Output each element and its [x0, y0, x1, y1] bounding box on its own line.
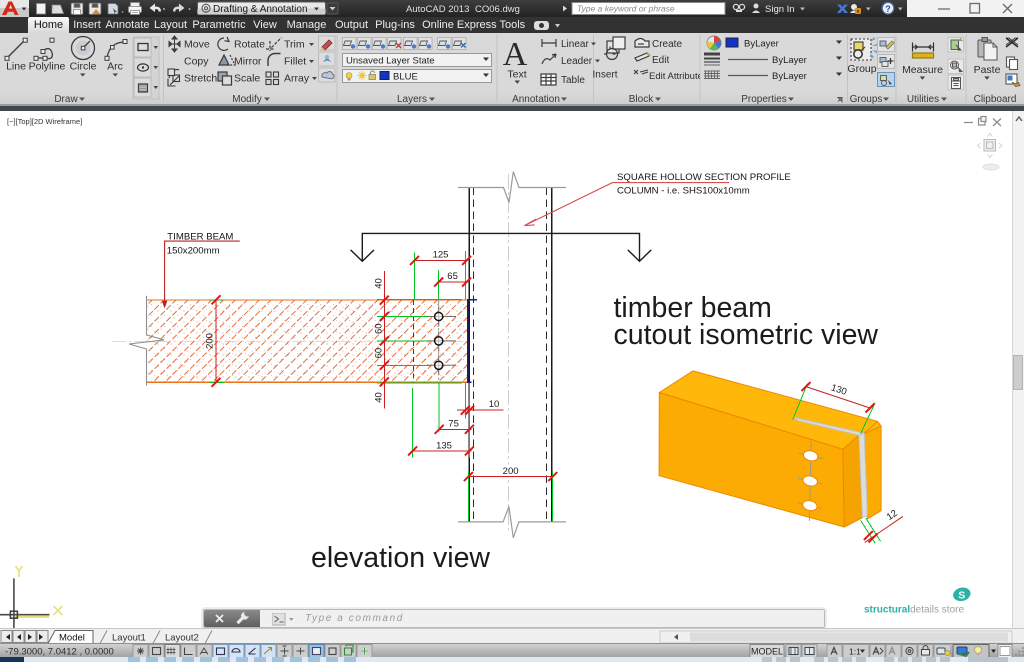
- svg-text:ByLayer: ByLayer: [744, 39, 779, 50]
- svg-text:Fillet: Fillet: [284, 56, 306, 68]
- svg-text:S: S: [958, 589, 965, 601]
- svg-text:structuraldetails store: structuraldetails store: [864, 605, 964, 616]
- svg-text:Model: Model: [59, 633, 85, 644]
- svg-text:CO06.dwg: CO06.dwg: [475, 4, 520, 15]
- svg-text:A: A: [503, 36, 528, 73]
- svg-text:BLUE: BLUE: [393, 72, 418, 83]
- svg-text:Group: Group: [847, 63, 876, 75]
- svg-text:Arc: Arc: [107, 61, 123, 73]
- svg-text:ByLayer: ByLayer: [772, 55, 807, 66]
- svg-text:MODEL: MODEL: [751, 647, 783, 657]
- svg-text:40: 40: [373, 278, 384, 289]
- svg-text:135: 135: [436, 440, 452, 451]
- svg-text:Modify: Modify: [232, 94, 261, 104]
- svg-text:Unsaved Layer State: Unsaved Layer State: [346, 56, 435, 67]
- svg-text:Leader: Leader: [561, 56, 593, 67]
- svg-text:Rotate: Rotate: [234, 39, 265, 51]
- svg-text:60: 60: [373, 348, 384, 359]
- svg-text:65: 65: [447, 271, 458, 282]
- svg-text:?: ?: [885, 4, 891, 14]
- svg-text:Line: Line: [6, 61, 26, 73]
- svg-text:Layout2: Layout2: [165, 633, 199, 644]
- svg-text:Layout1: Layout1: [112, 633, 146, 644]
- svg-text:Stretch: Stretch: [184, 73, 217, 85]
- svg-text:Table: Table: [561, 75, 585, 86]
- svg-text:elevation view: elevation view: [311, 542, 490, 574]
- svg-text:Scale: Scale: [234, 73, 260, 85]
- svg-text:Edit: Edit: [652, 55, 669, 66]
- svg-text:Draw: Draw: [54, 94, 78, 104]
- svg-text:60: 60: [373, 323, 384, 334]
- svg-text:Measure: Measure: [902, 64, 943, 76]
- svg-text:Circle: Circle: [70, 61, 97, 73]
- svg-text:Text: Text: [507, 69, 526, 81]
- svg-text:cutout isometric view: cutout isometric view: [614, 319, 879, 351]
- svg-text:Linear: Linear: [561, 39, 589, 50]
- svg-text:Edit Attributes: Edit Attributes: [649, 71, 700, 82]
- svg-text:Insert: Insert: [592, 70, 617, 81]
- svg-text:125: 125: [433, 250, 449, 261]
- svg-text:Mirror: Mirror: [234, 56, 262, 68]
- svg-text:Array: Array: [284, 73, 310, 85]
- svg-text:Paste: Paste: [974, 64, 1001, 76]
- svg-text:Move: Move: [184, 39, 210, 51]
- svg-text:1:1: 1:1: [849, 647, 861, 657]
- svg-text:75: 75: [448, 419, 459, 430]
- svg-text:-79.3000, 7.0412 , 0.0000: -79.3000, 7.0412 , 0.0000: [5, 647, 114, 658]
- svg-text:TIMBER BEAM: TIMBER BEAM: [167, 231, 233, 242]
- svg-text:40: 40: [373, 392, 384, 403]
- svg-text:Drafting & Annotation: Drafting & Annotation: [213, 4, 308, 15]
- svg-text:Create: Create: [652, 39, 682, 50]
- svg-text:Sign In: Sign In: [765, 4, 795, 15]
- svg-text:AutoCAD 2013: AutoCAD 2013: [406, 4, 469, 15]
- svg-text:10: 10: [489, 399, 500, 410]
- svg-text:ByLayer: ByLayer: [772, 71, 807, 82]
- svg-text:200: 200: [205, 333, 216, 349]
- svg-text:Type a keyword or phrase: Type a keyword or phrase: [577, 4, 675, 14]
- svg-text:COLUMN - i.e. SHS100x10mm: COLUMN - i.e. SHS100x10mm: [617, 186, 750, 197]
- svg-text:Polyline: Polyline: [29, 61, 66, 73]
- svg-text:SQUARE HOLLOW SECTION PROFILE: SQUARE HOLLOW SECTION PROFILE: [617, 172, 791, 183]
- svg-text:[−][Top][2D Wireframe]: [−][Top][2D Wireframe]: [7, 117, 82, 126]
- svg-text:Copy: Copy: [184, 56, 209, 68]
- svg-text:150x200mm: 150x200mm: [167, 245, 220, 256]
- svg-text:Trim: Trim: [284, 39, 305, 51]
- svg-text:200: 200: [503, 466, 519, 477]
